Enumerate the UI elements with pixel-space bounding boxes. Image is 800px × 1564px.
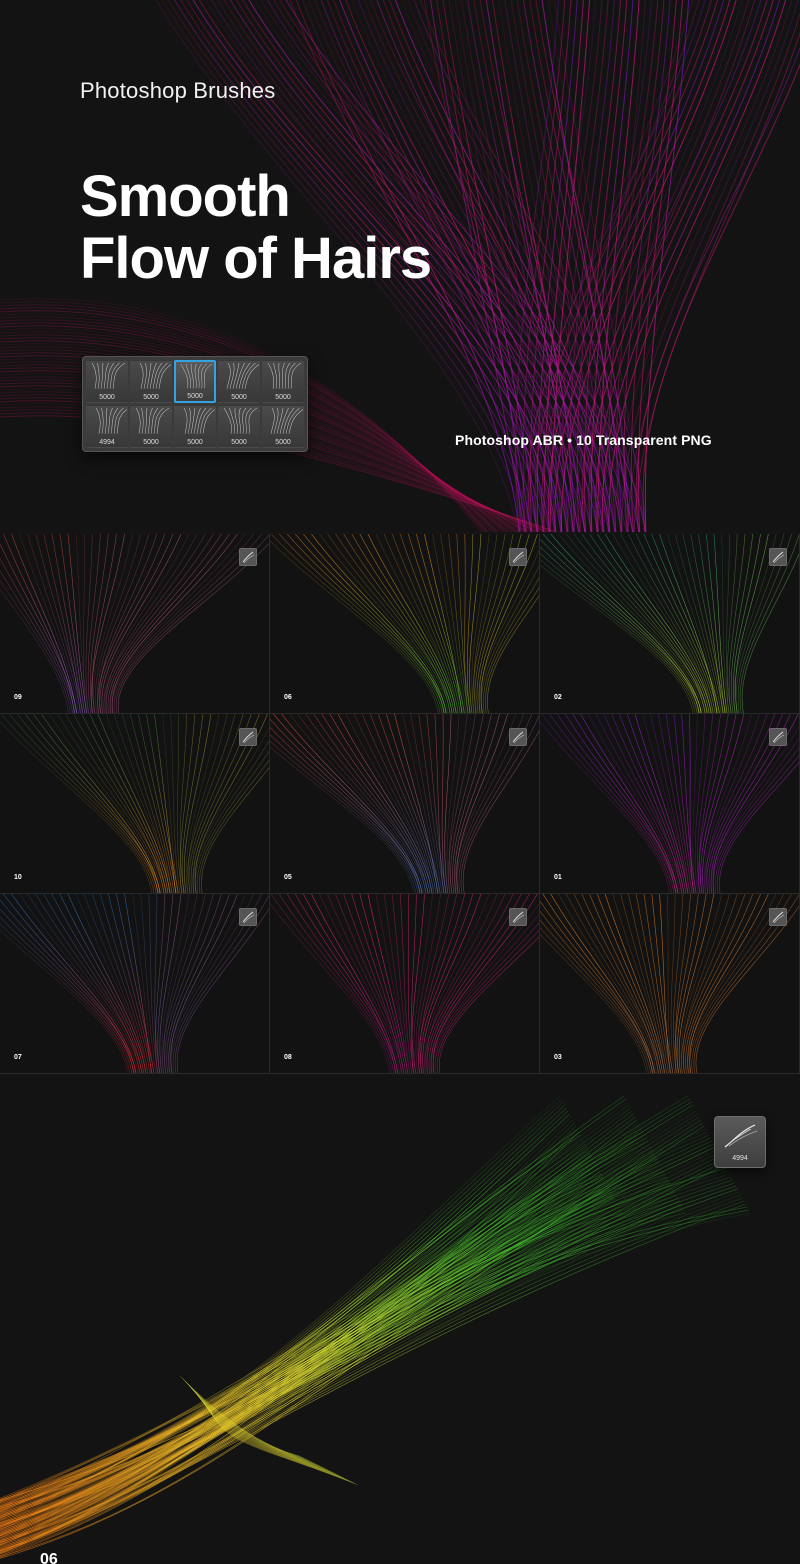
brush-stroke-icon <box>95 407 127 434</box>
tile-number: 03 <box>554 1054 562 1061</box>
hair-stroke-artwork <box>270 534 539 713</box>
tile-number: 05 <box>284 874 292 881</box>
brush-count: 4994 <box>732 1155 748 1162</box>
brush-preset-2[interactable]: 5000 <box>130 360 172 403</box>
brush-stroke-icon <box>226 362 259 389</box>
brush-preset-6[interactable]: 4994 <box>86 405 128 448</box>
hair-stroke-artwork <box>540 534 799 713</box>
brush-count: 5000 <box>275 394 291 401</box>
brush-thumbnail[interactable] <box>239 728 257 746</box>
large-brush-preview: 4994 06 <box>0 1076 800 1564</box>
brush-stroke-icon <box>724 1124 758 1148</box>
brush-thumbnail[interactable] <box>769 728 787 746</box>
brush-thumbnail[interactable]: 4994 <box>714 1116 766 1168</box>
brush-stroke-icon <box>135 407 170 434</box>
hair-stroke-artwork <box>270 714 539 893</box>
brush-count: 5000 <box>143 394 159 401</box>
brush-stroke-icon <box>772 911 785 924</box>
brush-thumbnail[interactable] <box>509 548 527 566</box>
brush-preset-3[interactable]: 5000 <box>174 360 216 403</box>
brush-preset-10[interactable]: 5000 <box>262 405 304 448</box>
brush-stroke-icon <box>772 551 785 564</box>
brush-stroke-icon <box>512 731 525 744</box>
hair-stroke-artwork <box>270 894 539 1073</box>
brush-thumbnail[interactable] <box>239 908 257 926</box>
brush-preset-4[interactable]: 5000 <box>218 360 260 403</box>
brush-stroke-icon <box>91 362 126 389</box>
brush-stroke-icon <box>183 407 215 434</box>
brush-stroke-icon <box>242 911 255 924</box>
brush-stroke-icon <box>242 551 255 564</box>
tile-number: 07 <box>14 1054 22 1061</box>
tile-number: 06 <box>284 694 292 701</box>
brush-thumbnail[interactable] <box>509 728 527 746</box>
hair-stroke-artwork <box>540 714 799 893</box>
tile-number: 08 <box>284 1054 292 1061</box>
brush-stroke-icon <box>267 362 302 389</box>
brush-preview-tile[interactable]: 03 <box>540 894 800 1074</box>
brush-preview-grid: 09 06 02 10 05 01 07 08 03 <box>0 534 800 1074</box>
hero-title-line-1: Smooth <box>80 164 291 229</box>
brush-thumbnail[interactable] <box>239 548 257 566</box>
brush-stroke-icon <box>139 362 171 389</box>
brush-count: 5000 <box>99 394 115 401</box>
brush-stroke-icon <box>242 731 255 744</box>
tile-number: 10 <box>14 874 22 881</box>
brush-count: 4994 <box>99 439 115 446</box>
tile-number: 09 <box>14 694 22 701</box>
hair-stroke-artwork <box>0 714 269 893</box>
brush-stroke-icon <box>270 407 303 434</box>
brush-stroke-icon <box>223 407 258 434</box>
brush-thumbnail[interactable] <box>769 908 787 926</box>
brush-thumbnail[interactable] <box>509 908 527 926</box>
brush-preview-tile[interactable]: 09 <box>0 534 270 714</box>
brush-preset-1[interactable]: 5000 <box>86 360 128 403</box>
formats-label: Photoshop ABR • 10 Transparent PNG <box>455 432 712 448</box>
preview-number: 06 <box>40 1551 58 1564</box>
brush-count: 5000 <box>143 439 159 446</box>
brush-preset-5[interactable]: 5000 <box>262 360 304 403</box>
brush-preview-tile[interactable]: 10 <box>0 714 270 894</box>
hero-subtitle: Photoshop Brushes <box>80 78 276 103</box>
brush-preset-8[interactable]: 5000 <box>174 405 216 448</box>
tile-number: 02 <box>554 694 562 701</box>
brush-preview-tile[interactable]: 07 <box>0 894 270 1074</box>
brush-stroke-icon <box>772 731 785 744</box>
hair-stroke-artwork <box>540 894 799 1073</box>
brush-count: 5000 <box>187 393 203 400</box>
hero-title: Smooth Flow of Hairs <box>80 164 432 291</box>
brush-count: 5000 <box>275 439 291 446</box>
brush-thumbnail[interactable] <box>769 548 787 566</box>
hero-section: Photoshop Brushes Smooth Flow of Hairs 5… <box>0 0 800 532</box>
brush-preset-7[interactable]: 5000 <box>130 405 172 448</box>
hair-stroke-artwork <box>0 534 269 713</box>
brush-preview-tile[interactable]: 01 <box>540 714 800 894</box>
brush-stroke-icon <box>512 551 525 564</box>
brush-preset-9[interactable]: 5000 <box>218 405 260 448</box>
brush-preview-tile[interactable]: 02 <box>540 534 800 714</box>
brush-preview-tile[interactable]: 08 <box>270 894 540 1074</box>
brush-preview-tile[interactable]: 05 <box>270 714 540 894</box>
brush-count: 5000 <box>187 439 203 446</box>
brush-stroke-icon <box>180 363 213 389</box>
brush-count: 5000 <box>231 394 247 401</box>
brush-preview-tile[interactable]: 06 <box>270 534 540 714</box>
brush-count: 5000 <box>231 439 247 446</box>
hair-stroke-artwork <box>0 894 269 1073</box>
large-hair-artwork <box>0 1095 751 1559</box>
brush-stroke-icon <box>512 911 525 924</box>
tile-number: 01 <box>554 874 562 881</box>
hero-title-line-2: Flow of Hairs <box>80 226 432 291</box>
brush-preset-panel: 5000 5000 5000 5000 5000 4994 5000 5000 5000 5000 <box>82 356 308 452</box>
